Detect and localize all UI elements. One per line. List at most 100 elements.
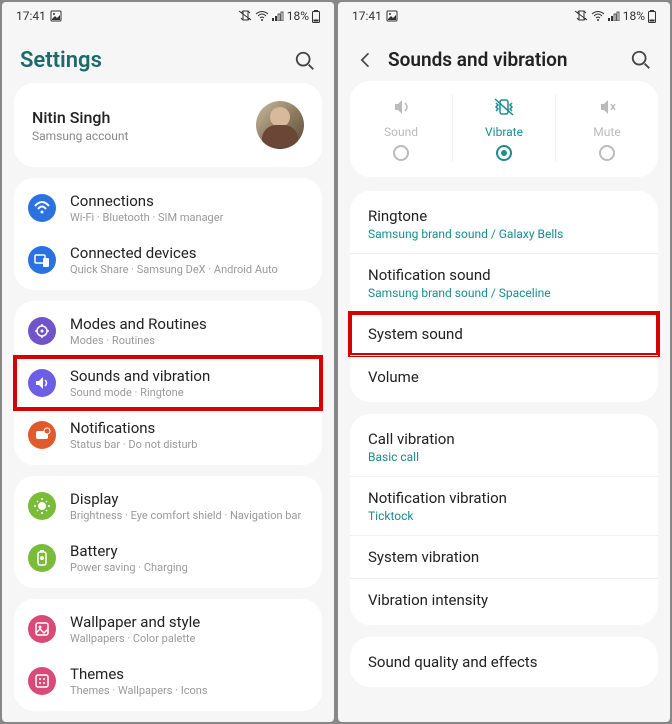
list-row[interactable]: Volume	[350, 355, 658, 398]
setting-row-wallpaper[interactable]: Wallpaper and styleWallpapers · Color pa…	[14, 603, 322, 655]
wifi-icon	[28, 194, 56, 222]
setting-title: Battery	[70, 542, 188, 560]
setting-row-sound[interactable]: Sounds and vibrationSound mode · Rington…	[14, 357, 322, 409]
setting-title: Sounds and vibration	[70, 367, 210, 385]
battery-icon	[312, 10, 320, 23]
wifi-icon	[255, 11, 269, 21]
radio	[496, 145, 512, 161]
mode-label: Vibrate	[485, 125, 523, 139]
setting-row-notif[interactable]: NotificationsStatus bar · Do not disturb	[14, 409, 322, 461]
setting-sub: Wallpapers · Color palette	[70, 632, 200, 645]
list-title: Sound quality and effects	[368, 653, 640, 671]
status-time: 17:41	[352, 9, 382, 23]
mode-label: Mute	[593, 125, 620, 139]
list-title: Volume	[368, 368, 640, 386]
settings-group: Wallpaper and styleWallpapers · Color pa…	[14, 599, 322, 711]
list-row[interactable]: Sound quality and effects	[350, 641, 658, 683]
setting-title: Display	[70, 490, 301, 508]
setting-row-themes[interactable]: ThemesThemes · Wallpapers · Icons	[14, 655, 322, 707]
list-row[interactable]: Notification soundSamsung brand sound / …	[350, 253, 658, 312]
setting-sub: Themes · Wallpapers · Icons	[70, 684, 208, 697]
list-group: Sound quality and effects	[350, 637, 658, 687]
list-title: Vibration intensity	[368, 591, 640, 609]
radio	[599, 145, 615, 161]
settings-group: ConnectionsWi-Fi · Bluetooth · SIM manag…	[14, 178, 322, 290]
wifi-icon	[591, 11, 605, 21]
settings-group: Modes and RoutinesModes · Routines Sound…	[14, 301, 322, 465]
list-row[interactable]: Call vibration Basic call	[350, 418, 658, 476]
list-row[interactable]: Ringtone Samsung brand sound / Galaxy Bel…	[350, 195, 658, 253]
themes-icon	[28, 667, 56, 695]
status-battery: 18%	[287, 9, 309, 23]
header-settings: Settings	[2, 30, 334, 83]
page-title: Settings	[20, 48, 102, 73]
mode-vibrate[interactable]: Vibrate	[453, 95, 556, 161]
list-sub: Samsung brand sound / Galaxy Bells	[368, 227, 640, 241]
status-bar: 17:41 18%	[338, 2, 670, 30]
setting-sub: Sound mode · Ringtone	[70, 386, 210, 399]
mute-icon	[595, 95, 619, 119]
setting-title: Notifications	[70, 419, 197, 437]
setting-sub: Power saving · Charging	[70, 561, 188, 574]
vibrate-icon	[492, 95, 516, 119]
sound-icon	[28, 369, 56, 397]
wallpaper-icon	[28, 615, 56, 643]
list-title: Call vibration	[368, 430, 640, 448]
modes-icon	[28, 317, 56, 345]
vibrate-icon	[238, 10, 252, 22]
setting-title: Themes	[70, 665, 208, 683]
mode-sound[interactable]: Sound	[350, 95, 453, 161]
notif-icon	[28, 421, 56, 449]
list-title: System sound	[368, 325, 640, 343]
list-sub: Basic call	[368, 450, 640, 464]
battery-icon	[648, 10, 656, 23]
setting-row-devices[interactable]: Connected devicesQuick Share · Samsung D…	[14, 234, 322, 286]
search-icon[interactable]	[294, 50, 316, 72]
profile-name: Nitin Singh	[32, 108, 128, 127]
list-group: Call vibration Basic call Notification vib…	[350, 414, 658, 625]
radio	[393, 145, 409, 161]
list-title: Notification vibration	[368, 489, 640, 507]
display-icon	[28, 492, 56, 520]
setting-sub: Wi-Fi · Bluetooth · SIM manager	[70, 211, 223, 224]
picture-icon	[50, 10, 62, 22]
phone-settings: 17:41 18% Settings Nitin Singh Samsung a…	[2, 2, 334, 722]
setting-sub: Quick Share · Samsung DeX · Android Auto	[70, 263, 278, 276]
list-row[interactable]: Notification vibration Ticktock	[350, 476, 658, 535]
picture-icon	[386, 10, 398, 22]
list-row[interactable]: System sound	[350, 312, 658, 355]
setting-sub: Modes · Routines	[70, 334, 207, 347]
list-row[interactable]: System vibration	[350, 535, 658, 578]
list-title: System vibration	[368, 548, 640, 566]
devices-icon	[28, 246, 56, 274]
setting-row-modes[interactable]: Modes and RoutinesModes · Routines	[14, 305, 322, 357]
signal-icon	[608, 11, 620, 21]
list-sub: Ticktock	[368, 509, 640, 523]
vibrate-icon	[574, 10, 588, 22]
setting-row-wifi[interactable]: ConnectionsWi-Fi · Bluetooth · SIM manag…	[14, 182, 322, 234]
avatar[interactable]	[256, 101, 304, 149]
sound-icon	[389, 95, 413, 119]
setting-title: Modes and Routines	[70, 315, 207, 333]
setting-title: Connections	[70, 192, 223, 210]
back-icon[interactable]	[356, 50, 376, 70]
status-time: 17:41	[16, 9, 46, 23]
list-title: Ringtone	[368, 207, 640, 225]
setting-title: Wallpaper and style	[70, 613, 200, 631]
status-battery: 18%	[623, 9, 645, 23]
header-sounds: Sounds and vibration	[338, 30, 670, 81]
list-sub: Samsung brand sound / Spaceline	[368, 286, 640, 300]
setting-row-display[interactable]: DisplayBrightness · Eye comfort shield ·…	[14, 480, 322, 532]
list-row[interactable]: Vibration intensity	[350, 578, 658, 621]
mode-mute[interactable]: Mute	[556, 95, 658, 161]
profile-row[interactable]: Nitin Singh Samsung account	[14, 87, 322, 163]
search-icon[interactable]	[630, 49, 652, 71]
setting-title: Connected devices	[70, 244, 278, 262]
page-title: Sounds and vibration	[388, 48, 568, 71]
setting-row-battery[interactable]: BatteryPower saving · Charging	[14, 532, 322, 584]
setting-sub: Brightness · Eye comfort shield · Naviga…	[70, 509, 301, 522]
setting-sub: Status bar · Do not disturb	[70, 438, 197, 451]
settings-list: Nitin Singh Samsung account ConnectionsW…	[2, 83, 334, 722]
phone-sounds: 17:41 18% Sounds and vibration Sound Vib…	[338, 2, 670, 722]
sounds-content: Sound Vibrate Mute Ringtone Samsung brand…	[338, 81, 670, 722]
